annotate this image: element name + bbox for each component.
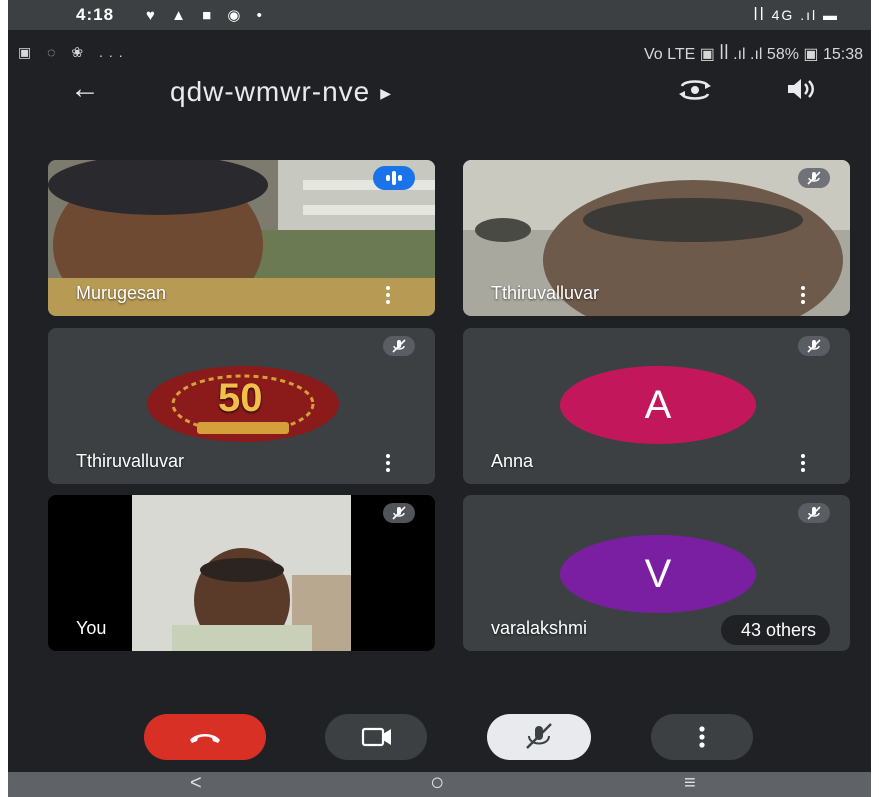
speaker-glyph [788, 79, 814, 99]
avatar-initial: A [644, 383, 672, 427]
participant-tile-anna[interactable]: A Anna [463, 328, 850, 484]
muted-mic-icon [798, 168, 830, 188]
inner-notification-icons: ▣ ◌ ❀ ... [18, 44, 129, 60]
participant-name: You [76, 618, 107, 638]
outer-network-icons: ꟾꟾ 4G .ıl ▬ [753, 7, 839, 23]
participant-tile-tthiruvalluvar-logo[interactable]: 50 Tthiruvalluvar [48, 328, 435, 484]
camera-toggle-button[interactable] [325, 714, 427, 760]
meeting-code-text: qdw-wmwr-nve [170, 76, 371, 107]
end-call-button[interactable] [144, 714, 266, 760]
meeting-code[interactable]: qdw-wmwr-nve ▶ [170, 76, 392, 108]
mic-off-glyph [392, 339, 406, 353]
android-navigation-bar: < ○ ≡ [8, 769, 871, 797]
participant-tile-murugesan[interactable]: Murugesan [48, 160, 435, 316]
more-vertical-icon [699, 726, 705, 748]
mic-off-glyph [807, 506, 821, 520]
mic-off-glyph [807, 171, 821, 185]
more-options-button[interactable] [651, 714, 753, 760]
phone-screen: 4:18 ♥ ▲ ■ ◉ • ꟾꟾ 4G .ıl ▬ ▣ ◌ ❀ ... Vo … [8, 0, 871, 797]
meeting-info-arrow-icon: ▶ [380, 85, 393, 102]
participant-name: Anna [491, 451, 534, 471]
participant-name: Murugesan [76, 283, 167, 303]
outer-time: 4:18 [76, 5, 115, 24]
participant-tile-tthiruvalluvar-video[interactable]: Tthiruvalluvar [463, 160, 850, 316]
nav-home-button[interactable]: ○ [430, 769, 445, 797]
avatar-initial: V [644, 552, 672, 596]
mic-off-icon [526, 723, 552, 749]
back-arrow-icon[interactable]: ← [70, 72, 100, 106]
speaking-glyph [386, 171, 402, 185]
muted-mic-icon [798, 503, 830, 523]
logo-number: 50 [218, 376, 263, 420]
meeting-header: ← qdw-wmwr-nve ▶ [8, 70, 871, 120]
participant-name: Tthiruvalluvar [76, 451, 185, 471]
participant-name: Tthiruvalluvar [491, 283, 600, 303]
muted-mic-icon [798, 336, 830, 356]
avatar-varalakshmi: V [560, 535, 756, 613]
mic-off-glyph [392, 506, 406, 520]
microphone-toggle-button[interactable] [487, 714, 591, 760]
switch-camera-glyph [679, 80, 711, 100]
outer-notification-icons: ♥ ▲ ■ ◉ • [146, 7, 268, 24]
participant-tile-others[interactable]: V varalakshmi 43 others [463, 495, 850, 651]
more-options-icon[interactable] [385, 286, 391, 304]
speaker-icon[interactable] [786, 76, 816, 109]
muted-mic-icon [383, 503, 415, 523]
inner-status-icons: Vo LTE ▣ ꟾꟾ .ıl .ıl 58% ▣ 15:38 [643, 46, 863, 63]
camera-icon [361, 727, 391, 747]
more-options-icon[interactable] [800, 286, 806, 304]
more-options-icon[interactable] [800, 454, 806, 472]
participant-name: varalakshmi [491, 618, 588, 638]
more-options-icon[interactable] [385, 454, 391, 472]
inner-status-bar: ▣ ◌ ❀ ... Vo LTE ▣ ꟾꟾ .ıl .ıl 58% ▣ 15:3… [8, 42, 871, 66]
nav-recents-button[interactable]: ≡ [684, 772, 696, 795]
mic-off-glyph [807, 339, 821, 353]
end-call-icon [190, 734, 220, 743]
switch-camera-icon[interactable] [678, 76, 712, 111]
self-video [132, 495, 351, 651]
nav-back-button[interactable]: < [190, 772, 202, 795]
speaking-indicator-icon [373, 166, 415, 190]
muted-mic-icon [383, 336, 415, 356]
avatar-anna: A [560, 366, 756, 444]
others-count-badge[interactable]: 43 others [720, 615, 830, 645]
outer-status-bar: 4:18 ♥ ▲ ■ ◉ • ꟾꟾ 4G .ıl ▬ [8, 0, 871, 30]
participant-tile-you[interactable]: You [48, 495, 435, 651]
